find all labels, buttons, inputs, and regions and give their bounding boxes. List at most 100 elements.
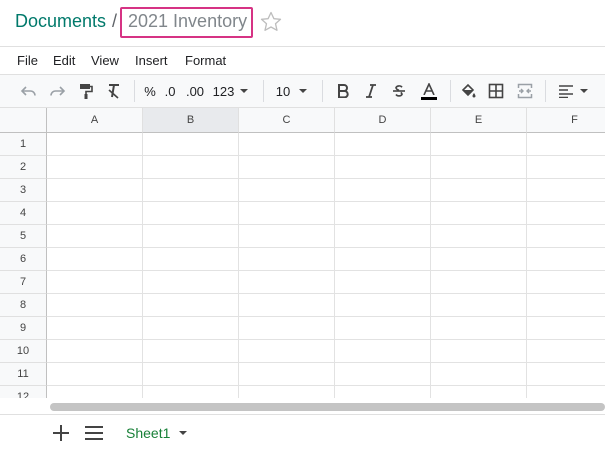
cell-d8[interactable] <box>335 294 431 317</box>
cell-c12[interactable] <box>239 386 335 398</box>
cell-a6[interactable] <box>47 248 143 271</box>
cell-b9[interactable] <box>143 317 239 340</box>
cell-c6[interactable] <box>239 248 335 271</box>
paint-format-icon[interactable] <box>76 75 96 107</box>
row-header-7[interactable]: 7 <box>0 271 47 294</box>
bold-icon[interactable] <box>334 75 352 107</box>
cell-c7[interactable] <box>239 271 335 294</box>
caret-down-icon[interactable] <box>178 430 188 436</box>
menu-format[interactable]: Format <box>185 53 226 68</box>
cell-e2[interactable] <box>431 156 527 179</box>
cell-f2[interactable] <box>527 156 605 179</box>
row-header-11[interactable]: 11 <box>0 363 47 386</box>
cell-e9[interactable] <box>431 317 527 340</box>
clear-format-icon[interactable] <box>104 75 124 107</box>
cell-e7[interactable] <box>431 271 527 294</box>
cell-a1[interactable] <box>47 133 143 156</box>
cell-f9[interactable] <box>527 317 605 340</box>
cell-d6[interactable] <box>335 248 431 271</box>
strikethrough-icon[interactable] <box>390 75 408 107</box>
cell-b1[interactable] <box>143 133 239 156</box>
cell-e5[interactable] <box>431 225 527 248</box>
cell-c5[interactable] <box>239 225 335 248</box>
cell-b5[interactable] <box>143 225 239 248</box>
cell-e11[interactable] <box>431 363 527 386</box>
decrease-decimal-button[interactable]: .0 <box>162 75 178 107</box>
cell-c9[interactable] <box>239 317 335 340</box>
cell-a2[interactable] <box>47 156 143 179</box>
cell-b2[interactable] <box>143 156 239 179</box>
cell-c1[interactable] <box>239 133 335 156</box>
cell-d10[interactable] <box>335 340 431 363</box>
row-header-10[interactable]: 10 <box>0 340 47 363</box>
breadcrumb-documents-link[interactable]: Documents <box>15 11 106 32</box>
cell-b7[interactable] <box>143 271 239 294</box>
cell-f5[interactable] <box>527 225 605 248</box>
menu-view[interactable]: View <box>91 53 119 68</box>
cell-c8[interactable] <box>239 294 335 317</box>
italic-icon[interactable] <box>362 75 380 107</box>
cell-b11[interactable] <box>143 363 239 386</box>
cell-d7[interactable] <box>335 271 431 294</box>
cell-d3[interactable] <box>335 179 431 202</box>
menu-edit[interactable]: Edit <box>53 53 75 68</box>
sheet-tab-sheet1[interactable]: Sheet1 <box>118 419 196 447</box>
column-header-d[interactable]: D <box>335 108 431 133</box>
cell-f11[interactable] <box>527 363 605 386</box>
font-size-dropdown[interactable]: 10 <box>274 75 310 107</box>
cell-d5[interactable] <box>335 225 431 248</box>
format-percent-button[interactable]: % <box>143 75 157 107</box>
cell-d2[interactable] <box>335 156 431 179</box>
row-header-6[interactable]: 6 <box>0 248 47 271</box>
cell-d11[interactable] <box>335 363 431 386</box>
cell-e4[interactable] <box>431 202 527 225</box>
cell-a7[interactable] <box>47 271 143 294</box>
cell-c11[interactable] <box>239 363 335 386</box>
cell-a9[interactable] <box>47 317 143 340</box>
horizontal-scrollbar-thumb[interactable] <box>50 403 605 411</box>
cell-a3[interactable] <box>47 179 143 202</box>
column-header-a[interactable]: A <box>47 108 143 133</box>
cell-a8[interactable] <box>47 294 143 317</box>
cell-e6[interactable] <box>431 248 527 271</box>
cell-e12[interactable] <box>431 386 527 398</box>
row-header-3[interactable]: 3 <box>0 179 47 202</box>
cell-c10[interactable] <box>239 340 335 363</box>
cell-a12[interactable] <box>47 386 143 398</box>
text-color-icon[interactable] <box>419 75 439 107</box>
column-header-b[interactable]: B <box>143 108 239 133</box>
menu-insert[interactable]: Insert <box>135 53 168 68</box>
cell-f8[interactable] <box>527 294 605 317</box>
align-dropdown[interactable] <box>555 75 591 107</box>
cell-b10[interactable] <box>143 340 239 363</box>
star-icon[interactable] <box>259 10 283 34</box>
cell-e10[interactable] <box>431 340 527 363</box>
cell-f4[interactable] <box>527 202 605 225</box>
cell-a10[interactable] <box>47 340 143 363</box>
cell-d4[interactable] <box>335 202 431 225</box>
cell-c2[interactable] <box>239 156 335 179</box>
cell-b6[interactable] <box>143 248 239 271</box>
select-all-corner[interactable] <box>0 108 47 133</box>
row-header-4[interactable]: 4 <box>0 202 47 225</box>
cell-a4[interactable] <box>47 202 143 225</box>
merge-cells-icon[interactable] <box>515 75 535 107</box>
undo-icon[interactable] <box>18 75 40 107</box>
redo-icon[interactable] <box>46 75 68 107</box>
cell-f12[interactable] <box>527 386 605 398</box>
column-header-f[interactable]: F <box>527 108 605 133</box>
add-icon[interactable] <box>51 423 71 443</box>
row-header-5[interactable]: 5 <box>0 225 47 248</box>
cell-f7[interactable] <box>527 271 605 294</box>
cell-a11[interactable] <box>47 363 143 386</box>
row-header-1[interactable]: 1 <box>0 133 47 156</box>
row-header-9[interactable]: 9 <box>0 317 47 340</box>
document-title-input[interactable]: 2021 Inventory <box>120 7 253 38</box>
cell-d12[interactable] <box>335 386 431 398</box>
menu-icon[interactable] <box>84 424 104 442</box>
increase-decimal-button[interactable]: .00 <box>184 75 206 107</box>
cell-b3[interactable] <box>143 179 239 202</box>
cell-a5[interactable] <box>47 225 143 248</box>
cell-b12[interactable] <box>143 386 239 398</box>
cell-d1[interactable] <box>335 133 431 156</box>
